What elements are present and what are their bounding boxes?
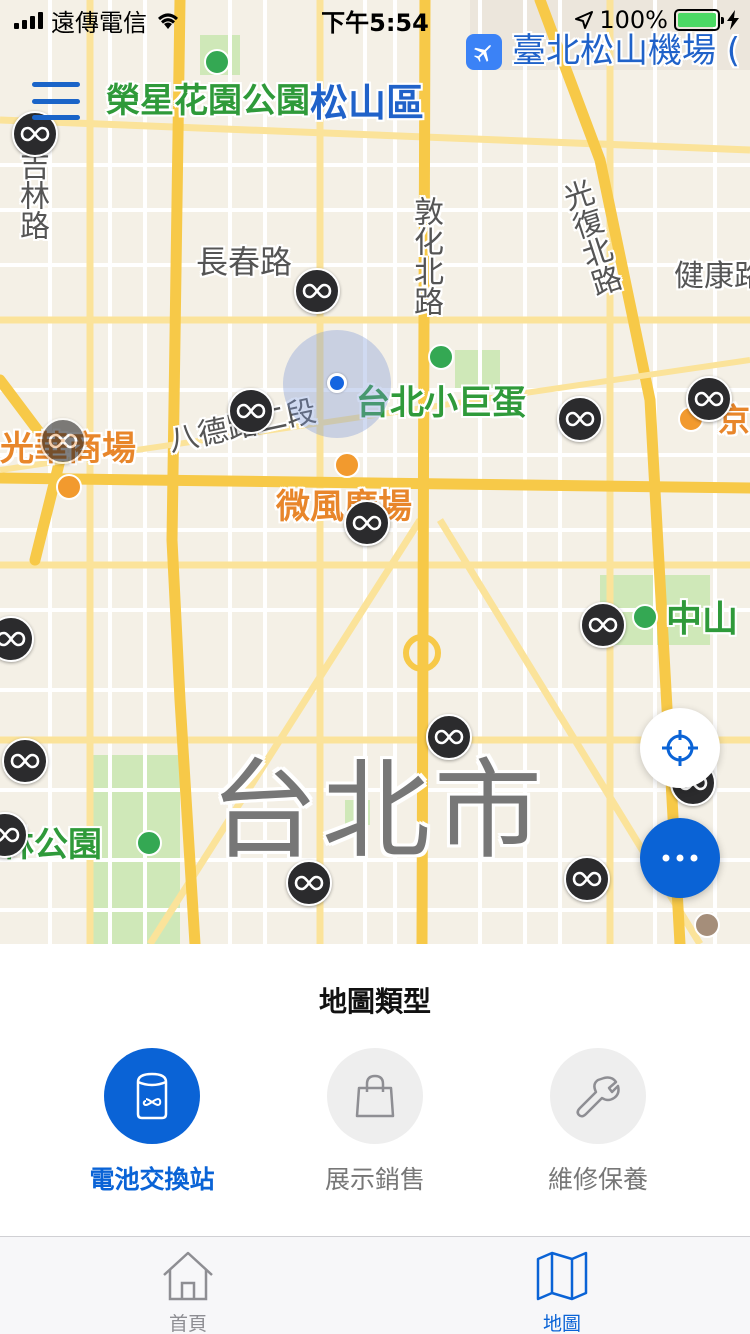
home-icon <box>163 1251 213 1301</box>
park-icon <box>204 49 230 75</box>
menu-button[interactable] <box>32 82 80 120</box>
station-marker[interactable] <box>426 714 472 760</box>
crosshair-icon <box>662 730 698 766</box>
station-marker[interactable] <box>686 376 732 422</box>
location-arrow-icon <box>575 11 594 29</box>
label-zhongshan: 中山 <box>666 599 739 640</box>
option-label: 維修保養 <box>547 1165 648 1194</box>
wrench-icon <box>550 1048 646 1144</box>
user-location-dot <box>327 373 347 393</box>
option-maintenance[interactable]: 維修保養 <box>498 1048 698 1198</box>
option-label: 展示銷售 <box>324 1165 425 1194</box>
option-battery-swap-station[interactable]: 電池交換站 <box>52 1048 252 1198</box>
shopping-icon <box>334 452 360 478</box>
option-showroom-sales[interactable]: 展示銷售 <box>275 1048 475 1198</box>
airport-label: 臺北松山機場 ( <box>512 31 741 71</box>
locate-me-button[interactable] <box>640 708 720 788</box>
stadium-icon <box>428 344 454 370</box>
school-icon <box>694 912 720 938</box>
more-dots-icon <box>662 854 698 862</box>
label-changchun-road: 長春路 <box>196 243 293 281</box>
signal-icon <box>14 11 43 29</box>
label-rongxing-park: 榮星花園公園 <box>106 81 310 121</box>
airport-icon <box>466 34 502 70</box>
park-icon <box>136 830 162 856</box>
option-label: 電池交換站 <box>89 1165 215 1194</box>
tab-home[interactable]: 首頁 <box>88 1237 288 1334</box>
battery-icon <box>674 9 724 31</box>
map-view[interactable]: 遠傳電信 下午5:54 100% 臺北松山機場 ( 榮星花園公園 松山區 吉林路… <box>0 0 750 944</box>
map-type-panel: 地圖類型 電池交換站 展示銷售 維修保養 <box>0 944 750 1236</box>
battery-percent: 100% <box>599 6 668 34</box>
station-marker[interactable] <box>580 602 626 648</box>
shopping-icon <box>56 474 82 500</box>
station-marker[interactable] <box>344 500 390 546</box>
tab-bar: 首頁 地圖 <box>0 1236 750 1334</box>
station-marker[interactable] <box>294 268 340 314</box>
tab-label: 首頁 <box>168 1313 207 1334</box>
battery-icon <box>104 1048 200 1144</box>
charging-icon <box>727 10 739 30</box>
shopping-bag-icon <box>327 1048 423 1144</box>
label-jilin-road: 吉林路 <box>14 150 49 240</box>
label-jiankang-road: 健康路 <box>674 259 750 294</box>
panel-title: 地圖類型 <box>318 985 431 1018</box>
tab-label: 地圖 <box>542 1313 581 1334</box>
station-marker[interactable] <box>228 388 274 434</box>
station-marker[interactable] <box>564 856 610 902</box>
label-city: 台北市 <box>210 749 547 874</box>
park-icon <box>632 604 658 630</box>
wifi-icon <box>158 13 178 29</box>
label-dunhua-north-road: 敦化北路 <box>408 196 443 316</box>
more-options-button[interactable] <box>640 818 720 898</box>
carrier-name: 遠傳電信 <box>51 8 147 37</box>
tab-map[interactable]: 地圖 <box>462 1237 662 1334</box>
map-icon <box>536 1251 588 1301</box>
station-marker[interactable] <box>557 396 603 442</box>
station-marker[interactable] <box>2 738 48 784</box>
label-songshan-district: 松山區 <box>310 81 425 125</box>
station-marker[interactable] <box>286 860 332 906</box>
station-marker[interactable] <box>40 418 86 464</box>
